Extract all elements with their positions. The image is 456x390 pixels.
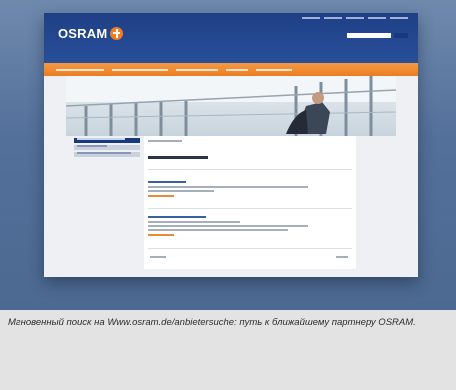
breadcrumb xyxy=(148,140,182,142)
nav-item[interactable] xyxy=(56,68,104,71)
site-header: OSRAM xyxy=(44,13,418,63)
divider xyxy=(148,169,352,170)
section-text xyxy=(148,225,308,227)
divider xyxy=(148,208,352,209)
screen-photo: OSRAM xyxy=(0,0,456,310)
osram-logo[interactable]: OSRAM xyxy=(58,24,124,42)
search-input[interactable] xyxy=(347,33,391,38)
top-link[interactable] xyxy=(336,256,348,258)
osram-logo-icon xyxy=(110,26,124,40)
content-panel xyxy=(144,136,356,269)
utility-link[interactable] xyxy=(346,17,364,19)
section-heading xyxy=(148,216,206,218)
nav-item[interactable] xyxy=(256,68,292,71)
section-text xyxy=(148,221,240,223)
sidebar xyxy=(74,136,140,159)
section-text xyxy=(148,186,308,188)
nav-item[interactable] xyxy=(176,68,218,71)
architecture-graphic xyxy=(66,76,396,136)
search-bar xyxy=(347,33,408,38)
section-text xyxy=(148,190,214,192)
utility-link[interactable] xyxy=(324,17,342,19)
nav-item[interactable] xyxy=(112,68,168,71)
main-navigation xyxy=(44,63,418,76)
sidebar-item[interactable] xyxy=(74,144,140,150)
website-screenshot: OSRAM xyxy=(44,13,418,277)
search-button[interactable] xyxy=(394,33,408,38)
figure-caption: Мгновенный поиск на Www.osram.de/anbiete… xyxy=(8,317,416,328)
section-text xyxy=(148,229,288,231)
print-link[interactable] xyxy=(150,256,166,258)
section-link[interactable] xyxy=(148,195,174,197)
businessman-image xyxy=(286,92,330,134)
hero-banner xyxy=(66,76,396,136)
utility-link[interactable] xyxy=(368,17,386,19)
page-title xyxy=(148,156,208,159)
divider xyxy=(148,248,352,249)
nav-item[interactable] xyxy=(226,68,248,71)
sidebar-item[interactable] xyxy=(74,151,140,157)
section-heading xyxy=(148,181,186,183)
utility-link[interactable] xyxy=(302,17,320,19)
sidebar-item-active[interactable] xyxy=(74,137,140,143)
logo-text: OSRAM xyxy=(58,25,108,41)
utility-links xyxy=(302,17,408,19)
section-link[interactable] xyxy=(148,234,174,236)
utility-link[interactable] xyxy=(390,17,408,19)
